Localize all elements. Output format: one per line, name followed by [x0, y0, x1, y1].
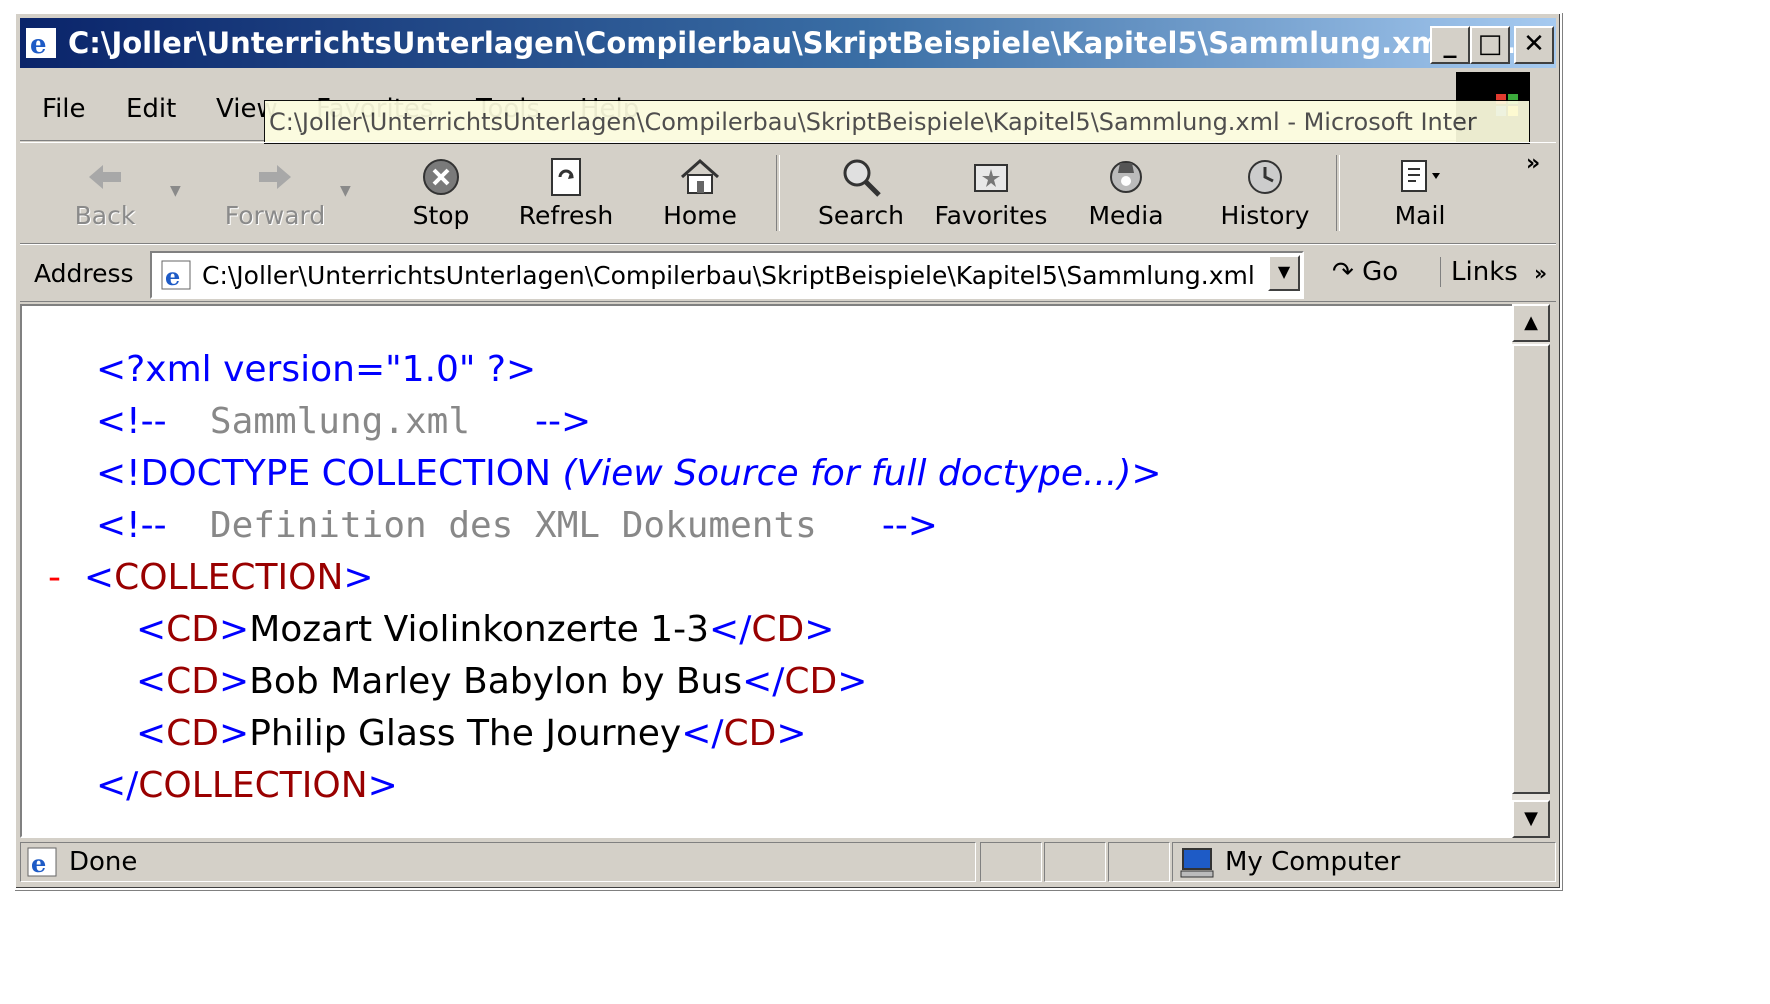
my-computer-icon	[1180, 848, 1214, 878]
status-pane	[980, 842, 1042, 882]
cd-element: <CD>Bob Marley Babylon by Bus</CD>	[136, 661, 868, 702]
status-text-pane: e Done	[20, 842, 976, 882]
collection-open-tag: - <COLLECTION>	[48, 557, 374, 598]
favorites-icon	[974, 164, 1008, 192]
status-bar: e Done My Computer	[20, 840, 1556, 886]
links-button[interactable]: Links »	[1440, 257, 1547, 287]
close-button[interactable]: ✕	[1514, 26, 1554, 64]
address-bar: Address e C:\Joller\UnterrichtsUnterlage…	[20, 244, 1556, 302]
menu-edit[interactable]: Edit	[126, 94, 176, 124]
stop-icon	[423, 159, 459, 195]
browser-window: e C:\Joller\UnterrichtsUnterlagen\Compil…	[14, 12, 1562, 890]
stop-button[interactable]: Stop	[386, 147, 496, 239]
go-arrow-icon: ↷	[1332, 257, 1354, 287]
refresh-button[interactable]: Refresh	[506, 147, 626, 239]
maximize-button[interactable]: □	[1470, 26, 1510, 64]
collection-close-tag: </COLLECTION>	[96, 765, 398, 806]
scroll-thumb[interactable]	[1512, 344, 1550, 794]
title-bar[interactable]: e C:\Joller\UnterrichtsUnterlagen\Compil…	[20, 18, 1556, 68]
back-arrow-icon	[89, 165, 121, 189]
address-label: Address	[34, 259, 134, 288]
home-button[interactable]: Home	[640, 147, 760, 239]
xml-declaration: <?xml version="1.0" ?>	[96, 349, 537, 390]
toolbar-separator	[1336, 155, 1340, 231]
cd-element: <CD>Mozart Violinkonzerte 1-3</CD>	[136, 609, 835, 650]
go-button[interactable]: ↷ Go	[1332, 257, 1398, 287]
favorites-button[interactable]: Favorites	[926, 147, 1056, 239]
window-title: C:\Joller\UnterrichtsUnterlagen\Compiler…	[68, 26, 1517, 60]
ie-logo-icon: e	[26, 28, 56, 58]
security-zone-pane: My Computer	[1172, 842, 1556, 882]
cd-element: <CD>Philip Glass The Journey</CD>	[136, 713, 807, 754]
media-icon	[1110, 161, 1142, 193]
media-button[interactable]: Media	[1066, 147, 1186, 239]
menu-file[interactable]: File	[42, 94, 86, 124]
svg-text:e: e	[165, 262, 180, 291]
forward-dropdown-icon[interactable]: ▼	[340, 183, 351, 199]
forward-arrow-icon	[259, 165, 291, 189]
forward-button[interactable]: Forward	[200, 147, 350, 239]
xml-comment-2: <!-- Definition des XML Dokuments -->	[96, 505, 938, 546]
refresh-icon	[551, 158, 581, 196]
history-button[interactable]: History	[1200, 147, 1330, 239]
cd-title: Philip Glass The Journey	[249, 713, 682, 754]
status-text: Done	[69, 847, 138, 877]
home-icon	[681, 158, 719, 194]
page-icon: e	[161, 260, 191, 291]
xml-comment-1: <!-- Sammlung.xml -->	[96, 401, 592, 442]
address-input[interactable]: e C:\Joller\UnterrichtsUnterlagen\Compil…	[150, 251, 1304, 299]
search-icon	[843, 159, 881, 197]
links-chevron-icon[interactable]: »	[1534, 261, 1547, 285]
status-pane	[1044, 842, 1106, 882]
back-dropdown-icon[interactable]: ▼	[170, 183, 181, 199]
search-button[interactable]: Search	[796, 147, 926, 239]
toolbar-chevron-button[interactable]: »	[1526, 151, 1540, 176]
zone-label: My Computer	[1225, 847, 1401, 877]
history-icon	[1248, 160, 1282, 194]
mail-icon	[1401, 160, 1440, 192]
collapse-toggle[interactable]: -	[48, 557, 61, 598]
title-tooltip: C:\Joller\UnterrichtsUnterlagen\Compiler…	[264, 100, 1530, 144]
back-button[interactable]: Back	[40, 147, 170, 239]
ie-page-icon: e	[27, 847, 57, 877]
standard-toolbar: Back ▼ Forward ▼ Stop Refresh Home Searc…	[20, 142, 1556, 244]
minimize-button[interactable]: _	[1430, 26, 1470, 64]
document-view[interactable]: <?xml version="1.0" ?> <!-- Sammlung.xml…	[20, 304, 1514, 838]
address-value: C:\Joller\UnterrichtsUnterlagen\Compiler…	[202, 261, 1255, 290]
mail-button[interactable]: Mail	[1360, 147, 1480, 239]
cd-title: Bob Marley Babylon by Bus	[249, 661, 743, 702]
svg-text:e: e	[30, 30, 47, 58]
vertical-scrollbar[interactable]: ▲ ▼	[1512, 304, 1550, 838]
scroll-down-button[interactable]: ▼	[1512, 800, 1550, 838]
xml-doctype: <!DOCTYPE COLLECTION (View Source for fu…	[96, 453, 1162, 494]
toolbar-separator	[776, 155, 780, 231]
scroll-up-button[interactable]: ▲	[1512, 304, 1550, 342]
status-pane	[1108, 842, 1170, 882]
cd-title: Mozart Violinkonzerte 1-3	[249, 609, 710, 650]
address-dropdown-button[interactable]: ▼	[1268, 255, 1300, 291]
svg-text:e: e	[31, 849, 46, 877]
